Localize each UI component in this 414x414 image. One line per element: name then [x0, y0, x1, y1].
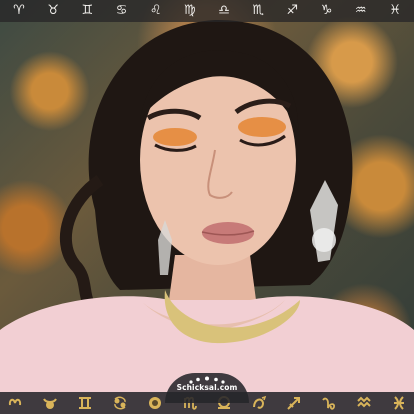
sagittarius-icon[interactable]: ♐ [281, 0, 303, 22]
portrait-illustration [0, 19, 414, 414]
aquarius-gold-icon[interactable] [355, 394, 373, 412]
zodiac-top-bar: ♈ ♉ ♊ ♋ ♌ ♍ ♎ ♏ ♐ ♑ ♒ ♓ [0, 0, 414, 22]
sagittarius-gold-icon[interactable] [285, 394, 303, 412]
aries-icon[interactable]: ♈ [8, 0, 30, 22]
pisces-gold-icon[interactable] [390, 394, 408, 412]
scorpio-gold-icon[interactable] [250, 394, 268, 412]
capricorn-icon[interactable]: ♑ [316, 0, 338, 22]
cancer-icon[interactable]: ♋ [111, 0, 133, 22]
aries-gold-icon[interactable] [6, 394, 24, 412]
gemini-icon[interactable]: ♊ [76, 0, 98, 22]
libra-icon[interactable]: ♎ [213, 0, 235, 22]
pisces-icon[interactable]: ♓ [384, 0, 406, 22]
aquarius-icon[interactable]: ♒ [350, 0, 372, 22]
scorpio-icon[interactable]: ♏ [247, 0, 269, 22]
taurus-icon[interactable]: ♉ [42, 0, 64, 22]
taurus-gold-icon[interactable] [41, 394, 59, 412]
background-photo [0, 0, 414, 414]
capricorn-gold-icon[interactable] [320, 394, 338, 412]
logo-text[interactable]: Schicksal.com [165, 383, 249, 392]
gemini-gold-icon[interactable] [76, 394, 94, 412]
leo-icon[interactable]: ♌ [145, 0, 167, 22]
virgo-icon[interactable]: ♍ [179, 0, 201, 22]
leo-gold-icon[interactable] [146, 394, 164, 412]
cancer-gold-icon[interactable] [111, 394, 129, 412]
